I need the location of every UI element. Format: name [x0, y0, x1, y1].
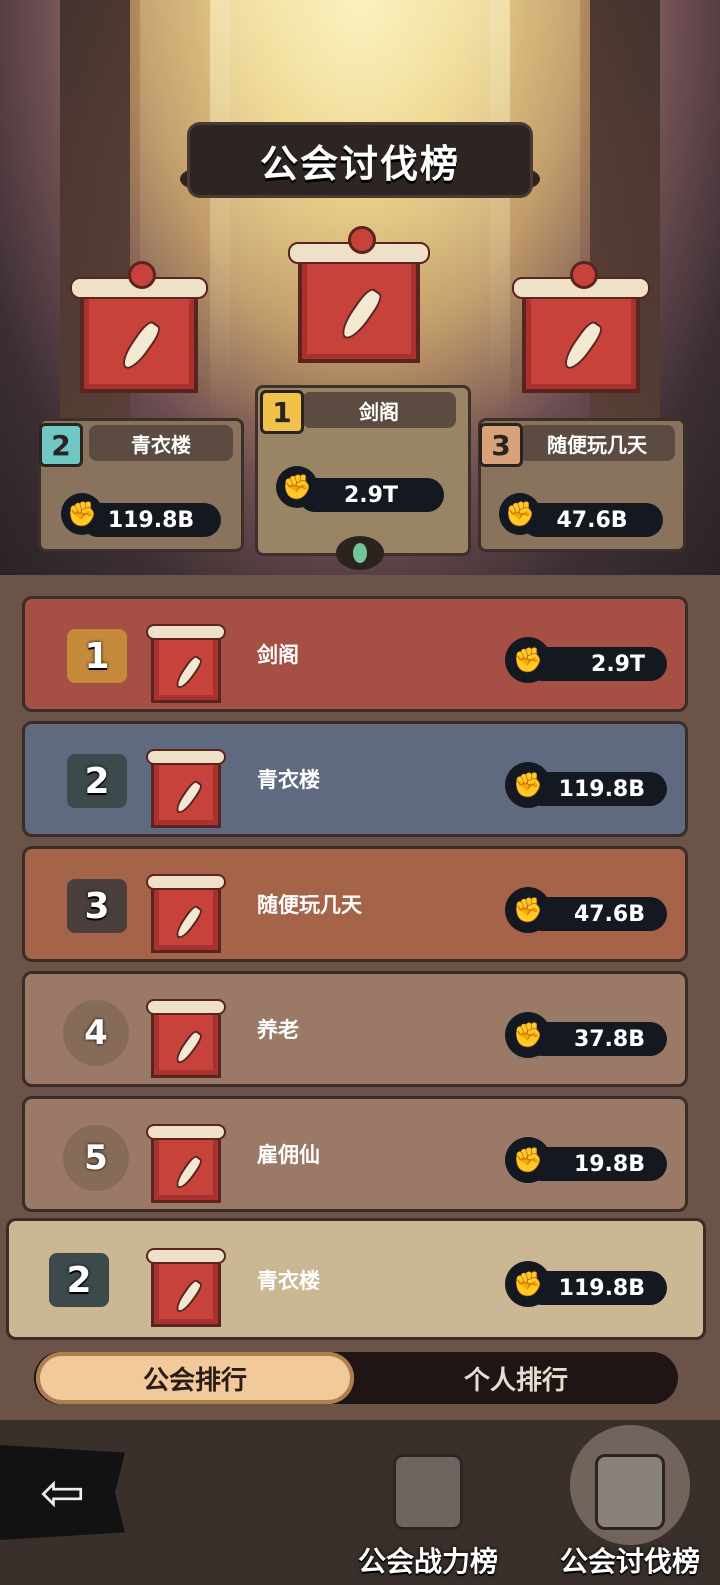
nav-label: 公会讨伐榜: [559, 1545, 700, 1578]
guild-name: 养老: [257, 1018, 299, 1042]
rank-number: 5: [63, 1125, 129, 1191]
list-item[interactable]: 4 养老 37.8B ✊: [22, 971, 688, 1087]
fist-icon: ✊: [505, 637, 551, 683]
podium-name: 剑阁: [302, 392, 456, 428]
nav-guild-raid[interactable]: 公会讨伐榜: [550, 1430, 710, 1580]
rank-number: 4: [63, 1000, 129, 1066]
guild-name: 青衣楼: [257, 1269, 320, 1293]
rank-badge: 3: [67, 879, 127, 933]
fist-icon: ✊: [505, 887, 551, 933]
list-item[interactable]: 5 雇佣仙 19.8B ✊: [22, 1096, 688, 1212]
fist-icon: ✊: [499, 493, 541, 535]
rank-badge: 1: [260, 390, 304, 434]
podium-banner-2: [70, 261, 208, 393]
eye-ornament-icon: [336, 536, 384, 570]
throne-icon: [595, 1454, 665, 1530]
guild-banner-icon: [146, 874, 226, 953]
fist-icon: ✊: [505, 762, 551, 808]
brush-icon: [559, 318, 607, 374]
list-item[interactable]: 1 剑阁 2.9T ✊: [22, 596, 688, 712]
nav-guild-power[interactable]: 公会战力榜: [348, 1430, 508, 1580]
guild-banner-icon: [146, 1248, 226, 1327]
brush-icon: [172, 653, 204, 692]
rank-badge: 2: [39, 423, 83, 467]
brush-icon: [336, 284, 386, 343]
brush-icon: [117, 318, 165, 374]
tab-personal-ranking[interactable]: 个人排行: [354, 1352, 678, 1404]
podium-card-2[interactable]: 青衣楼 2 119.8B ✊: [38, 418, 244, 552]
guild-banner-icon: [146, 999, 226, 1078]
guild-name: 剑阁: [257, 643, 299, 667]
podium-name: 青衣楼: [89, 425, 233, 461]
fist-icon: ✊: [505, 1261, 551, 1307]
rank-badge: 2: [67, 754, 127, 808]
podium-banner-3: [512, 261, 650, 393]
list-item[interactable]: 3 随便玩几天 47.6B ✊: [22, 846, 688, 962]
rank-badge: 3: [479, 423, 523, 467]
list-item[interactable]: 2 青衣楼 119.8B ✊: [22, 721, 688, 837]
podium-card-1[interactable]: 剑阁 1 2.9T ✊: [255, 385, 471, 556]
nav-label: 公会战力榜: [357, 1545, 498, 1578]
podium-name: 随便玩几天: [519, 425, 675, 461]
guild-name: 雇佣仙: [257, 1143, 320, 1167]
brush-icon: [172, 903, 204, 942]
back-arrow-icon: ⇦: [39, 1461, 86, 1524]
page-title: 公会讨伐榜: [259, 141, 460, 186]
rank-badge: 2: [49, 1253, 109, 1307]
fist-icon: ✊: [61, 493, 103, 535]
podium-value: 2.9T: [298, 478, 444, 512]
podium-banner-1: [288, 226, 430, 363]
guild-banner-icon: [146, 624, 226, 703]
podium-card-3[interactable]: 随便玩几天 3 47.6B ✊: [478, 418, 686, 552]
page-title-plate: 公会讨伐榜: [190, 125, 530, 195]
fist-icon: ✊: [276, 466, 318, 508]
guild-name: 青衣楼: [257, 768, 320, 792]
guild-banner-icon: [146, 749, 226, 828]
guild-name: 随便玩几天: [257, 893, 362, 917]
throne-icon: [393, 1454, 463, 1530]
back-button[interactable]: ⇦: [0, 1445, 125, 1540]
tab-guild-ranking[interactable]: 公会排行: [36, 1352, 354, 1404]
fist-icon: ✊: [505, 1137, 551, 1183]
podium-value: 47.6B: [521, 503, 663, 537]
brush-icon: [172, 1028, 204, 1067]
brush-icon: [172, 1277, 204, 1316]
guild-banner-icon: [146, 1124, 226, 1203]
rank-badge: 1: [67, 629, 127, 683]
brush-icon: [172, 778, 204, 817]
brush-icon: [172, 1153, 204, 1192]
my-guild-row[interactable]: 2 青衣楼 119.8B ✊: [6, 1218, 706, 1340]
fist-icon: ✊: [505, 1012, 551, 1058]
